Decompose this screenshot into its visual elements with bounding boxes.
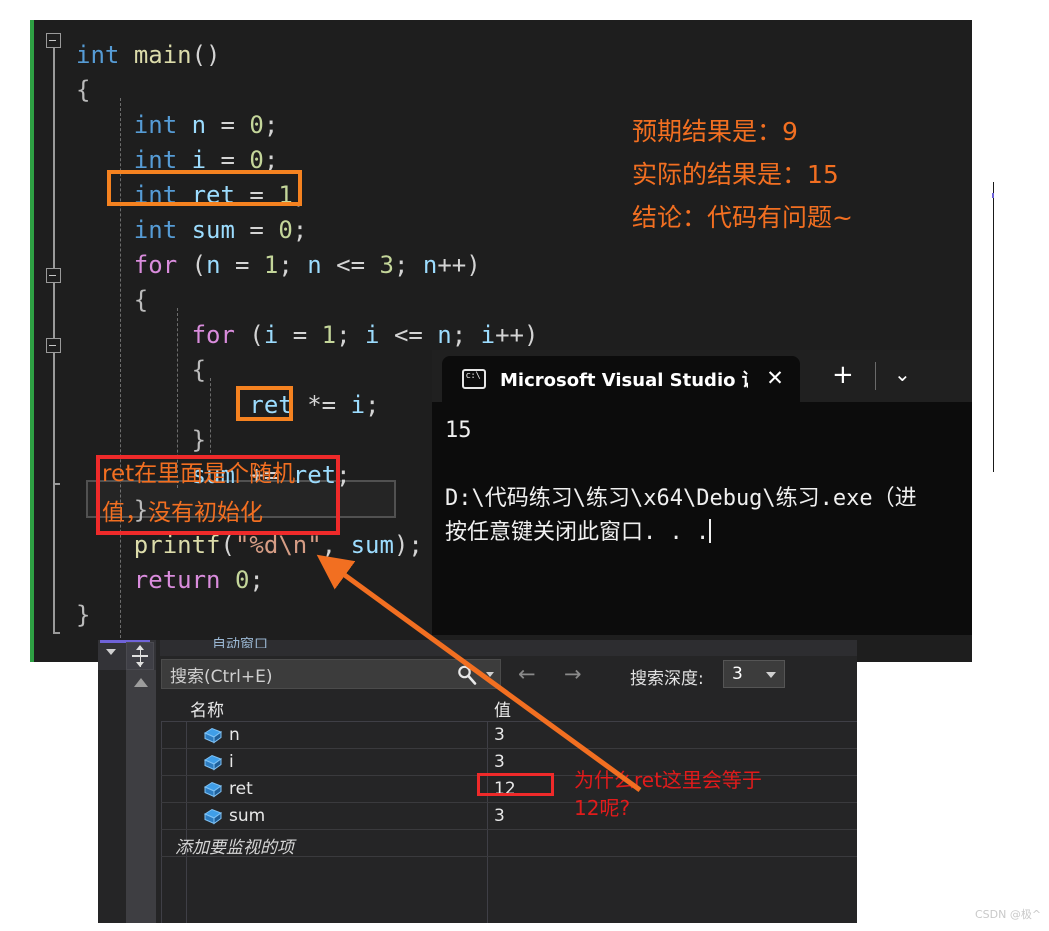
variable-value[interactable]: 3 <box>494 752 505 772</box>
red-note-text: ret在里面是个随机 值，没有初始化 <box>102 461 296 526</box>
variable-name: i <box>229 752 234 772</box>
nav-back-icon[interactable]: ← <box>518 664 536 685</box>
terminal-tabbar: Microsoft Visual Studio 调试挖 ✕ + ⌄ <box>432 350 972 402</box>
column-header-name: 名称 <box>190 701 224 721</box>
code-line: int main() <box>76 41 221 69</box>
variable-icon <box>203 727 223 744</box>
fold-marker-outer-for[interactable] <box>46 268 61 283</box>
chevron-down-icon[interactable] <box>766 672 776 678</box>
table-row[interactable]: n 3 <box>161 722 857 749</box>
code-line: int sum = 0; <box>133 216 308 244</box>
add-watch-row[interactable]: 添加要监视的项 <box>161 830 857 858</box>
chevron-down-icon[interactable] <box>106 649 116 655</box>
search-options-icon[interactable] <box>486 672 494 677</box>
highlight-box-ret-usage <box>236 386 293 421</box>
panel-left-toolbar <box>98 640 156 670</box>
watermark: CSDN @极^ <box>975 908 1042 921</box>
table-empty-area <box>161 857 857 931</box>
chevron-down-icon[interactable]: ⌄ <box>894 364 911 384</box>
fold-marker-inner-for[interactable] <box>46 338 61 353</box>
variable-name: sum <box>229 806 266 826</box>
terminal-caret <box>709 519 712 543</box>
new-tab-icon[interactable]: + <box>832 362 854 388</box>
annotation-actual: 实际的结果是：15 <box>632 160 839 189</box>
terminal-output-path: D:\代码练习\练习\x64\Debug\练习.exe（进 <box>445 486 917 511</box>
highlight-box-ret-value <box>477 773 554 796</box>
console-icon <box>462 369 486 389</box>
fold-line-outer-for <box>53 283 55 338</box>
fold-line-tail <box>53 483 55 633</box>
nav-forward-icon[interactable]: → <box>564 664 582 685</box>
variable-value[interactable]: 3 <box>494 806 505 826</box>
annotation-expected: 预期结果是：9 <box>632 117 798 146</box>
editor-right-rule <box>993 182 994 472</box>
panel-search-row: 搜索(Ctrl+E) ← → 搜索深度: 3 <box>160 656 857 692</box>
variable-name: ret <box>229 779 253 799</box>
code-line: { <box>133 286 149 314</box>
terminal-tab-title: Microsoft Visual Studio 调试挖 <box>500 370 748 391</box>
terminal-output: 15 D:\代码练习\练习\x64\Debug\练习.exe（进 按任意键关闭此… <box>432 402 972 635</box>
table-header: 名称 值 <box>161 692 857 722</box>
add-watch-label: 添加要监视的项 <box>175 838 294 858</box>
editor-right-rule-marker <box>992 193 994 198</box>
fold-line-main <box>53 48 55 280</box>
terminal-tab[interactable]: Microsoft Visual Studio 调试挖 ✕ <box>442 356 800 402</box>
panel-tab-stub[interactable]: 自动窗口 <box>160 637 857 656</box>
code-line: int n = 0; <box>133 111 279 139</box>
panel-scrollbar[interactable] <box>126 670 156 923</box>
toolbar-divider <box>875 362 876 390</box>
close-icon[interactable]: ✕ <box>764 368 786 390</box>
code-line: for (i = 1; i <= n; i++) <box>191 321 539 349</box>
editor-gutter[interactable] <box>34 20 68 662</box>
terminal-output-value: 15 <box>445 418 472 443</box>
scroll-up-icon[interactable] <box>134 678 148 687</box>
search-depth-label: 搜索深度: <box>630 669 704 689</box>
fold-line-inner-for <box>53 353 55 483</box>
search-icon[interactable] <box>456 664 478 686</box>
terminal-output-prompt: 按任意键关闭此窗口. . . <box>445 520 710 545</box>
variable-name: n <box>229 725 240 745</box>
terminal-window[interactable]: Microsoft Visual Studio 调试挖 ✕ + ⌄ 15 D:\… <box>432 350 972 635</box>
fold-marker-main[interactable] <box>46 33 61 48</box>
search-depth-value: 3 <box>732 664 743 684</box>
code-line: for (n = 1; n <= 3; n++) <box>133 251 481 279</box>
search-input[interactable]: 搜索(Ctrl+E) <box>161 659 501 689</box>
screenshot-root: int main(){ int n = 0; int i = 0; int re… <box>0 0 1049 931</box>
code-line: { <box>76 76 91 104</box>
annotation-conclusion: 结论：代码有问题~ <box>632 203 853 232</box>
variable-icon <box>203 808 223 825</box>
variable-value[interactable]: 3 <box>494 725 505 745</box>
search-depth-select[interactable]: 3 <box>723 660 785 688</box>
variable-icon <box>203 781 223 798</box>
column-header-value: 值 <box>494 701 511 721</box>
highlight-box-int-ret <box>107 170 302 206</box>
variable-icon <box>203 754 223 771</box>
annotation-why-ret-12: 为什么ret这里会等于 12呢? <box>574 768 762 820</box>
search-placeholder: 搜索(Ctrl+E) <box>170 666 273 687</box>
panel-tab-label: 自动窗口 <box>212 637 268 648</box>
fold-tick-main <box>53 632 60 634</box>
split-resize-icon[interactable] <box>126 642 154 670</box>
